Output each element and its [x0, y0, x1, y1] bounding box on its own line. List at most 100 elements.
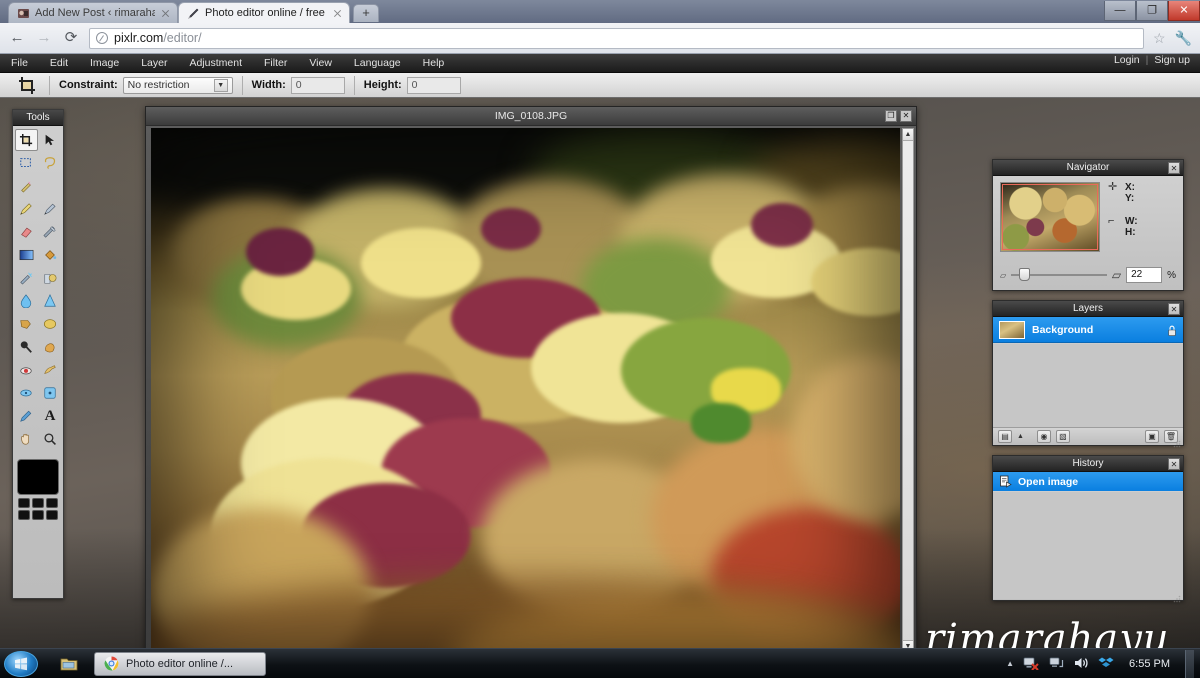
height-input[interactable]: 0	[406, 76, 461, 94]
panel-resize-grip[interactable]	[1173, 435, 1181, 448]
quick-launch-explorer[interactable]	[58, 654, 80, 674]
tool-gradient[interactable]	[15, 244, 38, 266]
history-panel-title[interactable]: History ✕	[993, 456, 1183, 472]
login-link[interactable]: Login	[1114, 54, 1140, 66]
browser-tab-photo-editor[interactable]: Photo editor online / free in	[178, 2, 350, 23]
zoom-slider-handle[interactable]	[1019, 268, 1031, 281]
address-bar[interactable]: pixlr.com/editor/	[89, 27, 1144, 49]
tool-spot-heal[interactable]	[39, 359, 62, 381]
tool-crop[interactable]	[14, 129, 38, 151]
image-canvas[interactable]	[151, 128, 900, 667]
palette-swatch[interactable]	[46, 498, 58, 508]
panel-resize-grip[interactable]	[1173, 590, 1181, 603]
palette-swatch[interactable]	[18, 498, 30, 508]
scroll-up-icon[interactable]: ▲	[903, 129, 913, 141]
tool-burn[interactable]	[39, 336, 62, 358]
close-icon[interactable]	[160, 8, 171, 19]
tool-hand[interactable]	[15, 428, 38, 450]
close-button[interactable]: ✕	[1168, 1, 1200, 21]
signup-link[interactable]: Sign up	[1154, 54, 1190, 66]
close-icon[interactable]: ✕	[1168, 162, 1180, 174]
document-titlebar[interactable]: IMG_0108.JPG ❐ ✕	[146, 107, 916, 126]
navigator-thumbnail[interactable]	[1000, 182, 1100, 252]
tool-blur[interactable]	[15, 290, 38, 312]
network-icon[interactable]	[1048, 656, 1064, 672]
tool-move[interactable]	[39, 129, 62, 151]
history-item-open-image[interactable]: Open image	[993, 472, 1183, 491]
palette-swatch[interactable]	[46, 510, 58, 520]
back-arrow-icon[interactable]: ←	[8, 29, 26, 47]
width-input[interactable]: 0	[290, 76, 345, 94]
menu-language[interactable]: Language	[343, 54, 412, 73]
taskbar-item-chrome[interactable]: Photo editor online /...	[94, 651, 266, 676]
tool-sponge[interactable]	[39, 313, 62, 335]
tool-color-picker[interactable]	[15, 405, 38, 427]
tool-type[interactable]: A	[39, 405, 62, 427]
chevron-down-icon[interactable]: ▼	[213, 78, 228, 92]
lock-icon[interactable]	[1167, 324, 1177, 336]
tool-smudge[interactable]	[15, 313, 38, 335]
navigator-zoom-input[interactable]: 22	[1126, 267, 1163, 283]
tool-paint-bucket[interactable]	[39, 244, 62, 266]
new-tab-button[interactable]: +	[353, 4, 379, 22]
close-icon[interactable]: ✕	[900, 110, 912, 122]
menu-view[interactable]: View	[298, 54, 343, 73]
foreground-color-swatch[interactable]	[17, 459, 59, 495]
add-layer-button[interactable]: ▣	[1145, 430, 1159, 443]
dropbox-icon[interactable]	[1098, 656, 1114, 672]
palette-swatch[interactable]	[32, 510, 44, 520]
tool-pencil[interactable]	[15, 198, 38, 220]
tool-bloat[interactable]	[15, 382, 38, 404]
constraint-select[interactable]: No restriction ▼	[122, 76, 233, 94]
layer-mask-button[interactable]: ◉	[1036, 430, 1051, 443]
show-hidden-icons-icon[interactable]: ▲	[1006, 659, 1014, 668]
palette-swatch[interactable]	[32, 498, 44, 508]
palette-swatch[interactable]	[18, 510, 30, 520]
zoom-out-icon[interactable]: ▱	[1000, 271, 1006, 280]
layer-style-button[interactable]: ▧	[1055, 430, 1070, 443]
menu-edit[interactable]: Edit	[39, 54, 79, 73]
crop-tool-icon[interactable]	[14, 74, 40, 97]
start-button[interactable]	[4, 650, 38, 677]
close-icon[interactable]: ✕	[1168, 303, 1180, 315]
menu-filter[interactable]: Filter	[253, 54, 298, 73]
canvas-vertical-scrollbar[interactable]: ▲ ▼	[902, 128, 914, 653]
volume-icon[interactable]	[1073, 656, 1089, 672]
tool-wand-select[interactable]	[15, 175, 38, 197]
menu-image[interactable]: Image	[79, 54, 130, 73]
tool-replace-color[interactable]	[15, 267, 38, 289]
tool-pinch[interactable]	[39, 382, 62, 404]
forward-arrow-icon[interactable]: →	[35, 29, 53, 47]
zoom-slider[interactable]	[1011, 268, 1107, 281]
navigator-panel-title[interactable]: Navigator ✕	[993, 160, 1183, 176]
menu-help[interactable]: Help	[412, 54, 456, 73]
minimize-button[interactable]: —	[1104, 1, 1136, 21]
tool-lasso-select[interactable]	[39, 152, 62, 174]
zoom-in-icon[interactable]: ▱	[1112, 268, 1121, 282]
reload-icon[interactable]: ⟳	[62, 29, 80, 47]
layer-item-background[interactable]: Background	[993, 317, 1183, 343]
tool-brush[interactable]	[39, 198, 62, 220]
layer-settings-button[interactable]: ▤	[998, 430, 1012, 443]
chrome-menu-icon[interactable]: 🔧	[1175, 30, 1192, 47]
tool-red-eye[interactable]	[15, 359, 38, 381]
tool-sharpen[interactable]	[39, 290, 62, 312]
close-icon[interactable]: ✕	[1168, 458, 1180, 470]
show-desktop-button[interactable]	[1185, 649, 1194, 678]
tool-zoom[interactable]	[39, 428, 62, 450]
layer-settings-arrow-icon[interactable]: ▲	[1017, 433, 1024, 440]
menu-adjustment[interactable]: Adjustment	[178, 54, 253, 73]
bookmark-star-icon[interactable]: ☆	[1153, 30, 1166, 47]
menu-layer[interactable]: Layer	[130, 54, 178, 73]
maximize-button[interactable]: ❐	[1136, 1, 1168, 21]
tool-dodge[interactable]	[15, 336, 38, 358]
browser-tab-add-new-post[interactable]: Add New Post ‹ rimarahayu	[8, 2, 178, 23]
network-error-icon[interactable]	[1023, 656, 1039, 672]
taskbar-clock[interactable]: 6:55 PM	[1123, 658, 1176, 670]
tool-marquee-select[interactable]	[15, 152, 38, 174]
restore-icon[interactable]: ❐	[885, 110, 897, 122]
tool-drawing[interactable]	[39, 267, 62, 289]
tool-eraser[interactable]	[15, 221, 38, 243]
layers-panel-title[interactable]: Layers ✕	[993, 301, 1183, 317]
close-icon[interactable]	[332, 8, 343, 19]
